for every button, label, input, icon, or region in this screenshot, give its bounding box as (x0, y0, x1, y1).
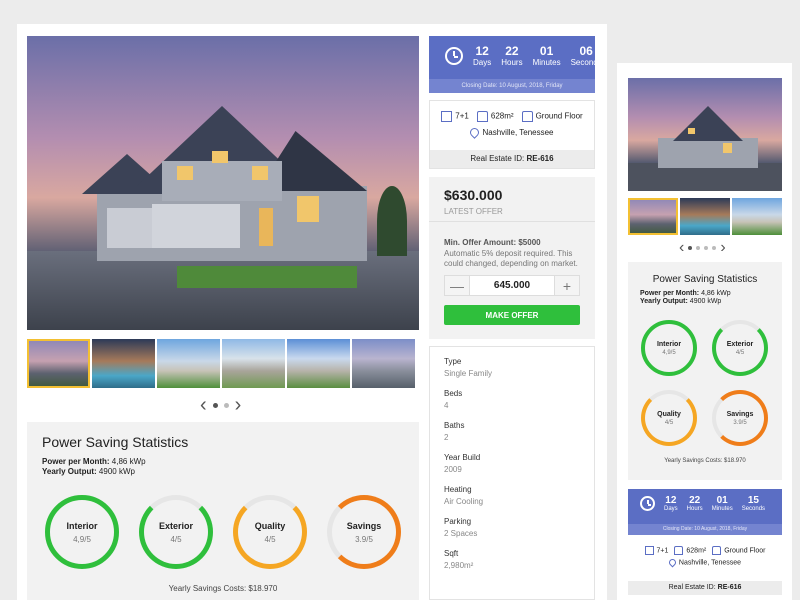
floor-icon (712, 546, 722, 555)
location: Nashville, Tenessee (468, 126, 554, 140)
min-offer: Min. Offer Amount: $5000 (444, 238, 541, 247)
power-stats-panel-small: Power Saving Statistics Power per Month:… (628, 262, 782, 480)
property-details: Type Single Family Beds 4 Baths 2 Year Build 20… (429, 346, 595, 600)
pager-dot[interactable] (712, 246, 717, 250)
rating-ring-quality: Quality 4/5 (233, 495, 307, 569)
rating-ring-exterior: Exterior 4/5 (712, 320, 768, 376)
chevron-right-icon[interactable]: › (720, 240, 725, 256)
detail-label: Sqft (444, 549, 459, 558)
detail-value: 2009 (444, 465, 462, 474)
area: 628m² (674, 546, 706, 555)
rooms: 7+1 (441, 111, 469, 122)
closing-date: Closing Date: 10 August, 2018, Friday (628, 524, 782, 535)
rating-ring-quality: Quality 4/5 (641, 390, 697, 446)
detail-label: Year Build (444, 453, 481, 462)
panel-title: Power Saving Statistics (652, 274, 758, 285)
thumbnail-strip-small (628, 198, 782, 235)
thumbnail[interactable] (222, 339, 285, 388)
rating-ring-savings: Savings 3.9/5 (712, 390, 768, 446)
rooms-icon (441, 111, 453, 122)
yearly-output: Yearly Output: 4900 kWp (640, 298, 722, 305)
pager-dot[interactable] (212, 402, 218, 408)
hero-image[interactable] (27, 36, 419, 330)
location: Nashville, Tenessee (667, 557, 741, 568)
make-offer-button[interactable]: MAKE OFFER (444, 305, 580, 325)
floor-icon (521, 111, 533, 122)
detail-value: 2,980m² (444, 561, 474, 570)
real-estate-id: Real Estate ID: RE-616 (430, 150, 594, 168)
rooms: 7+1 (644, 546, 668, 555)
mobile-card: ‹ › Power Saving Statistics Power per Mo… (617, 63, 792, 600)
minus-button[interactable]: — (445, 276, 469, 295)
chevron-left-icon[interactable]: ‹ (679, 240, 684, 256)
offer-stepper: — 645.000 + (444, 275, 580, 296)
chevron-right-icon[interactable]: › (235, 395, 242, 415)
pager-dot[interactable] (696, 246, 701, 250)
yearly-savings: Yearly Savings Costs: $18.970 (168, 584, 278, 593)
detail-value: Single Family (444, 369, 493, 378)
pager-dot[interactable] (223, 402, 229, 408)
thumbnail[interactable] (732, 198, 782, 235)
area: 628m² (476, 111, 514, 122)
thumbnail-strip (27, 339, 415, 388)
floor: Ground Floor (521, 111, 583, 122)
gallery-pager: ‹ › (200, 395, 241, 415)
thumbnail[interactable] (352, 339, 415, 388)
thumbnail[interactable] (27, 339, 90, 388)
pager-dot[interactable] (704, 246, 709, 250)
detail-value: 2 (444, 433, 449, 442)
detail-value: 2 Spaces (444, 529, 478, 538)
price: $630.000 (444, 187, 503, 203)
thumbnail[interactable] (287, 339, 350, 388)
detail-label: Baths (444, 421, 465, 430)
detail-label: Beds (444, 389, 463, 398)
hero-image-small[interactable] (628, 78, 782, 191)
floor: Ground Floor (712, 546, 765, 555)
area-icon (476, 111, 488, 122)
closing-date: Closing Date: 10 August, 2018, Friday (429, 79, 595, 93)
power-month: Power per Month: 4,86 kWp (42, 457, 146, 466)
yearly-savings: Yearly Savings Costs: $18.970 (664, 458, 746, 464)
min-offer-note: Automatic 5% deposit required. This coul… (444, 249, 578, 268)
clock-icon (640, 496, 655, 511)
real-estate-id: Real Estate ID: RE-616 (628, 581, 782, 595)
latest-offer-label: LATEST OFFER (444, 207, 503, 216)
area-icon (674, 546, 684, 555)
rating-ring-savings: Savings 3.9/5 (327, 495, 401, 569)
detail-label: Type (444, 357, 462, 366)
thumbnail[interactable] (680, 198, 730, 235)
location-pin-icon (667, 557, 678, 568)
yearly-output: Yearly Output: 4900 kWp (42, 467, 135, 476)
detail-value: Air Cooling (444, 497, 484, 506)
detail-label: Parking (444, 517, 472, 526)
offer-amount-input[interactable]: 645.000 (469, 276, 555, 295)
rooms-icon (644, 546, 654, 555)
countdown-timer-small: 12 Days 22 Hours 01 Minutes 15 Seconds Closi… (628, 489, 782, 535)
gallery-pager-small: ‹ › (679, 240, 726, 256)
rating-ring-interior: Interior 4,9/5 (641, 320, 697, 376)
clock-icon (445, 46, 463, 65)
chevron-left-icon[interactable]: ‹ (200, 395, 207, 415)
property-info-small: 7+1 628m² Ground Floor Nashville, Teness… (628, 539, 782, 595)
location-pin-icon (468, 126, 482, 140)
thumbnail[interactable] (628, 198, 678, 235)
thumbnail[interactable] (157, 339, 220, 388)
countdown-timer: 12 Days 22 Hours 01 Minutes 06 Seconds Closi… (429, 36, 602, 93)
thumbnail[interactable] (92, 339, 155, 388)
rating-ring-exterior: Exterior 4/5 (139, 495, 213, 569)
plus-button[interactable]: + (555, 276, 579, 295)
pager-dot[interactable] (688, 246, 693, 250)
offer-panel: $630.000 LATEST OFFER Min. Offer Amount:… (429, 177, 595, 339)
rating-ring-interior: Interior 4,9/5 (45, 495, 119, 569)
detail-label: Heating (444, 485, 472, 494)
property-info: 7+1 628m² Ground Floor Nashville, Teness… (429, 100, 595, 169)
power-stats-panel: Power Saving Statistics Power per Month:… (27, 422, 419, 600)
main-card: ‹ › Power Saving Statistics Power per Mo… (17, 24, 607, 600)
power-month: Power per Month: 4,86 kWp (640, 290, 731, 297)
detail-value: 4 (444, 401, 449, 410)
panel-title: Power Saving Statistics (42, 434, 189, 450)
